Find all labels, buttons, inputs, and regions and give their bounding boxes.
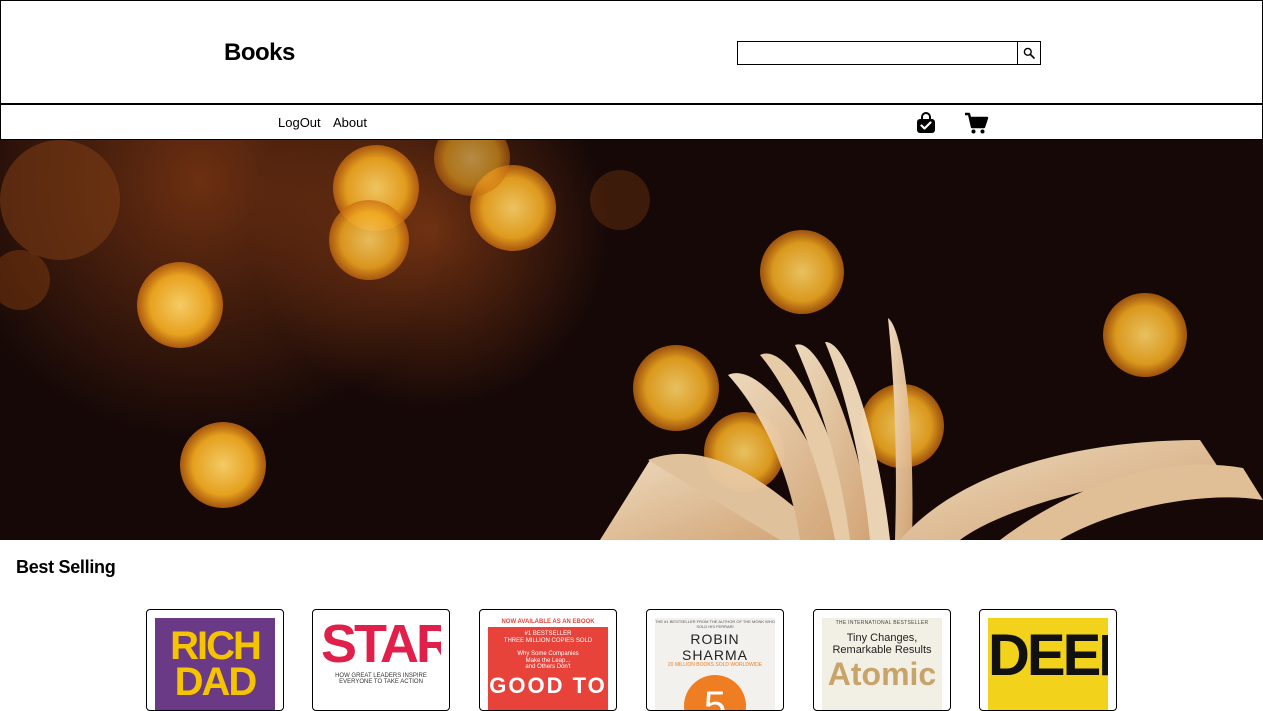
book-cover: RICH DAD [155, 618, 275, 710]
book-cover: THE INTERNATIONAL BESTSELLER Tiny Change… [822, 618, 942, 710]
book-cover-subtitle: Make the Leap... [525, 657, 571, 664]
book-card[interactable]: RICH DAD [146, 609, 284, 711]
book-cover-subtitle: Tiny Changes, [846, 631, 918, 644]
book-cover-title: RICH DAD [170, 624, 262, 704]
book-cover-subtitle: HOW GREAT LEADERS INSPIRE [335, 672, 427, 679]
book-cover-subtitle: THE INTERNATIONAL BESTSELLER [835, 620, 929, 626]
book-cover-subtitle: Remarkable Results [832, 643, 932, 656]
nav-link-logout[interactable]: LogOut [278, 115, 321, 130]
book-cover-author: ROBIN SHARMA [682, 631, 748, 664]
search-button[interactable] [1017, 41, 1041, 65]
book-cover-subtitle: #1 BESTSELLER [524, 630, 572, 637]
shopping-bag-icon [917, 112, 935, 133]
book-cover-title: GOOD TO [489, 673, 607, 699]
site-header: Books [0, 0, 1263, 104]
nav-bar: LogOut About [0, 104, 1263, 140]
book-cover: START HOW GREAT LEADERS INSPIRE EVERYONE… [321, 618, 441, 710]
book-cover-title: DEEP [988, 623, 1108, 688]
book-card[interactable]: THE INTERNATIONAL BESTSELLER Tiny Change… [813, 609, 951, 711]
book-card[interactable]: START HOW GREAT LEADERS INSPIRE EVERYONE… [312, 609, 450, 711]
hero-banner [0, 140, 1263, 540]
book-cover: NOW AVAILABLE AS AN EBOOK #1 BESTSELLER … [488, 618, 608, 710]
book-card[interactable]: THE #1 BESTSELLER FROM THE AUTHOR OF THE… [646, 609, 784, 711]
section-title-best-selling: Best Selling [16, 557, 116, 577]
book-cover-subtitle: THE #1 BESTSELLER FROM THE AUTHOR OF THE… [655, 619, 775, 629]
search-input[interactable] [737, 41, 1021, 65]
book-cover: THE #1 BESTSELLER FROM THE AUTHOR OF THE… [655, 618, 775, 710]
book-cover-subtitle: Why Some Companies [517, 650, 579, 657]
search-bar [737, 41, 1041, 65]
book-cover-title: 5 [684, 674, 746, 710]
book-card[interactable]: DEEP [979, 609, 1117, 711]
book-cover-subtitle: THREE MILLION COPIES SOLD [503, 637, 593, 644]
hero-image [0, 140, 1263, 540]
book-cover-subtitle: EVERYONE TO TAKE ACTION [339, 679, 423, 686]
book-cover: DEEP [988, 618, 1108, 710]
book-cover-title: Atomic [827, 655, 937, 692]
cart-icon [965, 112, 989, 134]
orders-button[interactable] [913, 110, 939, 136]
book-cover-subtitle: and Others Don't [525, 664, 571, 671]
brand-title[interactable]: Books [224, 39, 295, 67]
book-cover-subtitle: 20 MILLION BOOKS SOLD WORLDWIDE [667, 662, 763, 669]
nav-link-about[interactable]: About [333, 115, 367, 130]
search-icon [1023, 47, 1035, 59]
book-cover-banner: NOW AVAILABLE AS AN EBOOK [488, 618, 608, 627]
book-list: RICH DAD START HOW GREAT LEADERS INSPIRE… [0, 609, 1263, 711]
cart-button[interactable] [963, 110, 989, 136]
book-card[interactable]: NOW AVAILABLE AS AN EBOOK #1 BESTSELLER … [479, 609, 617, 711]
book-cover-title: START [321, 618, 441, 674]
